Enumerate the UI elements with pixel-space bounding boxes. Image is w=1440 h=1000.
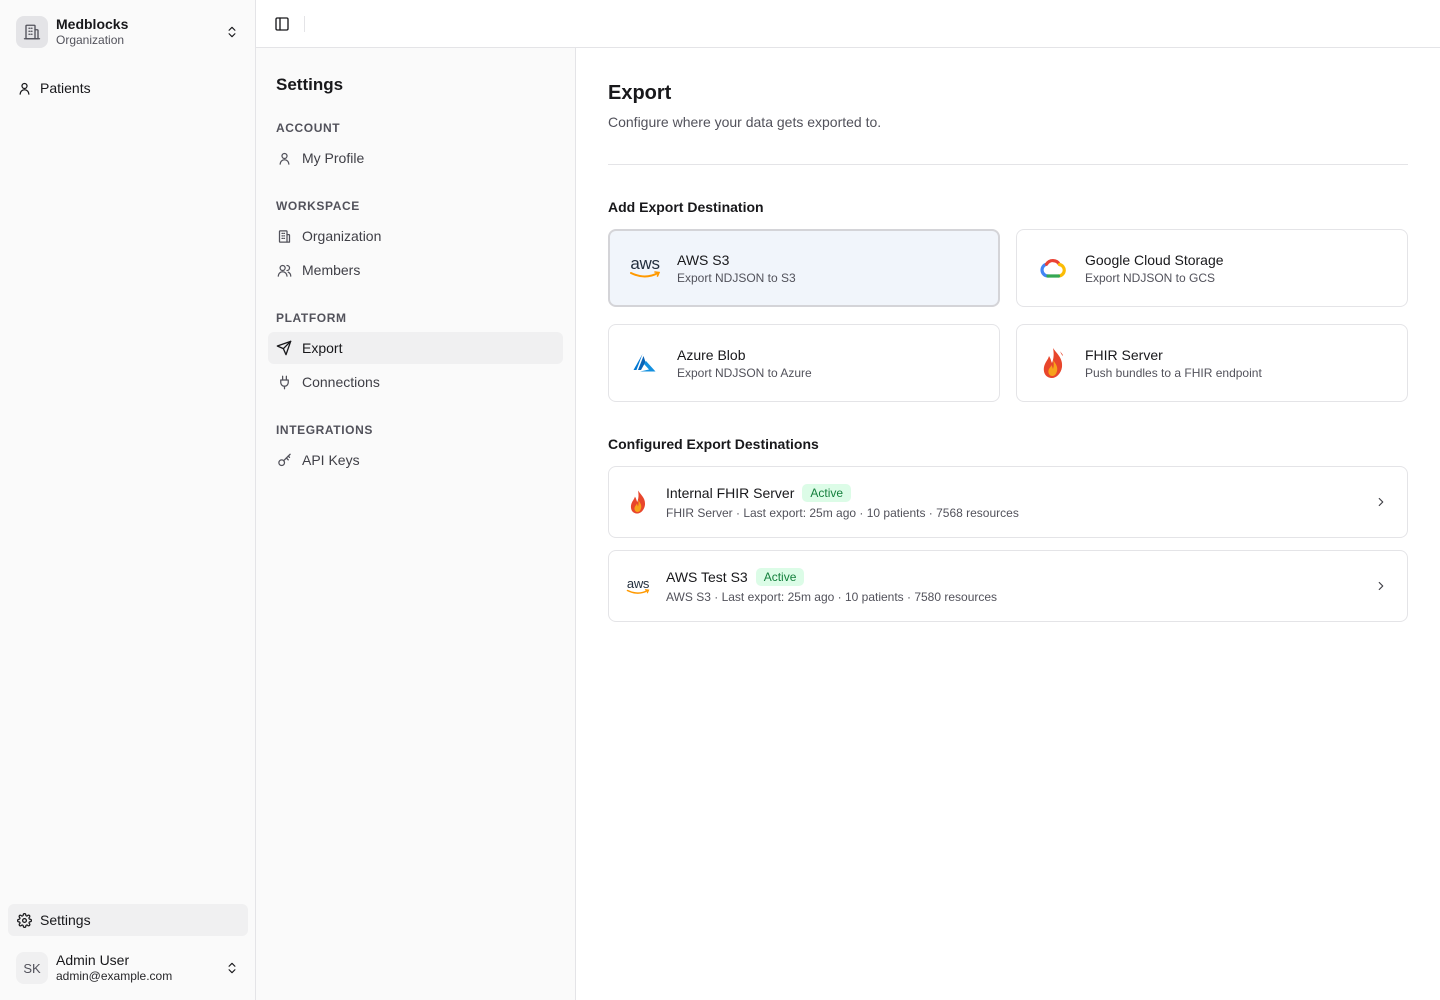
google-cloud-icon <box>1037 252 1069 284</box>
building-icon <box>276 228 292 244</box>
group-label-platform: PLATFORM <box>276 311 347 325</box>
destination-card-azure-blob[interactable]: Azure Blob Export NDJSON to Azure <box>608 324 1000 402</box>
destination-desc: Export NDJSON to Azure <box>677 365 812 380</box>
fhir-flame-icon <box>1037 347 1069 379</box>
status-badge: Active <box>755 568 805 586</box>
aws-logo-text: aws <box>626 575 650 591</box>
sidebar-toggle-icon[interactable] <box>272 14 292 34</box>
org-subtitle: Organization <box>56 33 125 47</box>
settings-item-members[interactable]: Members <box>268 254 563 286</box>
configured-destination-name: Internal FHIR Server <box>666 485 795 501</box>
page-title: Export <box>608 82 672 104</box>
users-icon <box>276 262 292 278</box>
avatar: SK <box>16 952 48 984</box>
page-subtitle: Configure where your data gets exported … <box>608 114 882 130</box>
user-email: admin@example.com <box>56 969 173 983</box>
destination-desc: Export NDJSON to GCS <box>1085 270 1216 285</box>
org-switcher[interactable]: Medblocks Organization <box>8 8 248 56</box>
configured-destination-meta: FHIR Server · Last export: 25m ago · 10 … <box>666 506 1019 520</box>
settings-item-label: Export <box>302 340 343 356</box>
divider <box>608 164 1408 165</box>
settings-nav: Settings ACCOUNT My Profile WORKSPACE Or… <box>256 48 576 1000</box>
building-icon <box>16 16 48 48</box>
sidebar-item-label: Patients <box>40 80 91 96</box>
configured-destination-row[interactable]: Internal FHIR Server Active FHIR Server … <box>608 466 1408 538</box>
group-label-integrations: INTEGRATIONS <box>276 423 373 437</box>
destination-card-fhir-server[interactable]: FHIR Server Push bundles to a FHIR endpo… <box>1016 324 1408 402</box>
configured-destination-meta: AWS S3 · Last export: 25m ago · 10 patie… <box>666 590 998 604</box>
settings-item-export[interactable]: Export <box>268 332 563 364</box>
send-icon <box>276 340 292 356</box>
aws-logo-icon: aws <box>625 573 651 599</box>
sidebar-item-settings[interactable]: Settings <box>8 904 248 936</box>
configured-destination-name: AWS Test S3 <box>666 569 748 585</box>
chevron-right-icon <box>1373 578 1389 594</box>
settings-item-my-profile[interactable]: My Profile <box>268 142 563 174</box>
configured-destination-row[interactable]: aws AWS Test S3 Active AWS S3 · Last exp… <box>608 550 1408 622</box>
settings-item-label: My Profile <box>302 150 365 166</box>
chevrons-up-down-icon <box>224 24 240 40</box>
top-bar <box>256 0 1440 48</box>
destination-card-aws-s3[interactable]: aws AWS S3 Export NDJSON to S3 <box>608 229 1000 307</box>
status-badge: Active <box>802 484 852 502</box>
settings-item-label: Members <box>302 262 361 278</box>
destination-desc: Push bundles to a FHIR endpoint <box>1085 365 1262 380</box>
gear-icon <box>16 912 32 928</box>
destination-name: Azure Blob <box>677 346 746 363</box>
fhir-flame-icon <box>625 489 651 515</box>
settings-item-label: Connections <box>302 374 380 390</box>
settings-item-api-keys[interactable]: API Keys <box>268 444 563 476</box>
settings-item-connections[interactable]: Connections <box>268 366 563 398</box>
main-content: Export Configure where your data gets ex… <box>576 48 1440 1000</box>
configured-destinations-heading: Configured Export Destinations <box>608 436 819 452</box>
key-icon <box>276 452 292 468</box>
user-name: Admin User <box>56 952 130 968</box>
destination-name: AWS S3 <box>677 251 730 268</box>
destination-card-gcs[interactable]: Google Cloud Storage Export NDJSON to GC… <box>1016 229 1408 307</box>
plug-icon <box>276 374 292 390</box>
user-switcher[interactable]: SK Admin User admin@example.com <box>8 944 248 992</box>
org-name: Medblocks <box>56 16 129 32</box>
settings-item-label: API Keys <box>302 452 360 468</box>
user-icon <box>276 150 292 166</box>
chevron-right-icon <box>1373 494 1389 510</box>
destination-desc: Export NDJSON to S3 <box>677 270 796 285</box>
destination-name: Google Cloud Storage <box>1085 251 1224 268</box>
user-icon <box>16 80 32 96</box>
destination-name: FHIR Server <box>1085 346 1163 363</box>
settings-item-label: Organization <box>302 228 382 244</box>
sidebar-item-patients[interactable]: Patients <box>8 72 248 104</box>
azure-logo-icon <box>629 347 661 379</box>
add-destination-heading: Add Export Destination <box>608 199 764 215</box>
settings-title: Settings <box>276 75 344 94</box>
divider <box>304 16 305 32</box>
chevrons-up-down-icon <box>224 960 240 976</box>
group-label-workspace: WORKSPACE <box>276 199 360 213</box>
group-label-account: ACCOUNT <box>276 121 341 135</box>
aws-logo-icon: aws <box>629 252 661 284</box>
app-sidebar: Medblocks Organization Patients Settings… <box>0 0 256 1000</box>
aws-logo-text: aws <box>630 254 660 273</box>
sidebar-item-label: Settings <box>40 912 91 928</box>
settings-item-organization[interactable]: Organization <box>268 220 563 252</box>
